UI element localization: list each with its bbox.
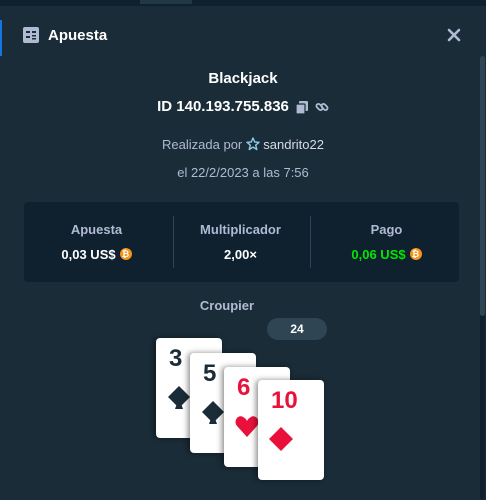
stat-payout-label: Pago xyxy=(370,222,403,237)
stat-bet-value: 0,03 US$ xyxy=(61,247,116,262)
stat-payout-value-row: 0,06 US$ xyxy=(314,247,459,262)
stat-divider xyxy=(173,216,174,268)
link-icon[interactable] xyxy=(315,100,329,114)
top-strip xyxy=(0,0,486,6)
vip-star-icon xyxy=(246,137,260,151)
spade-icon xyxy=(168,386,190,409)
modal-title: Apuesta xyxy=(48,27,108,44)
stat-bet-value-row: 0,03 US$ xyxy=(24,247,169,262)
stat-bet-label: Apuesta xyxy=(70,222,123,237)
bet-slip-icon xyxy=(23,27,39,43)
card-rank: 10 xyxy=(271,387,298,414)
game-title: Blackjack xyxy=(208,70,278,87)
card-rank: 3 xyxy=(169,345,183,372)
stat-divider xyxy=(310,216,311,268)
stat-payout-value: 0,06 US$ xyxy=(351,247,406,262)
scrollbar-thumb[interactable] xyxy=(480,56,485,316)
close-icon[interactable] xyxy=(444,25,464,45)
placed-by-label: Realizada por xyxy=(162,137,243,152)
bet-modal: Apuesta Blackjack ID 140.193.755.836 Rea… xyxy=(4,8,482,500)
bet-id-row: ID 140.193.755.836 xyxy=(4,98,482,115)
playing-card: 10 xyxy=(258,380,324,480)
dealer-label: Croupier xyxy=(199,298,255,313)
modal-header: Apuesta xyxy=(4,8,482,64)
top-strip-active-segment xyxy=(140,0,192,4)
card-rank: 5 xyxy=(203,360,217,387)
spade-icon xyxy=(202,401,224,424)
card-rank: 6 xyxy=(237,374,251,401)
modal-scrollbar[interactable] xyxy=(480,56,485,500)
bet-date: el 22/2/2023 a las 7:56 xyxy=(177,165,309,180)
dealer-score-badge: 24 xyxy=(267,318,327,340)
bitcoin-icon xyxy=(409,248,422,260)
username-link[interactable]: sandrito22 xyxy=(263,137,324,152)
bet-stats-panel: Apuesta 0,03 US$ Multiplicador 2,00× Pag… xyxy=(24,202,459,282)
copy-icon[interactable] xyxy=(295,100,309,114)
stat-bet: Apuesta 0,03 US$ xyxy=(24,202,169,282)
stat-multiplier: Multiplicador 2,00× xyxy=(177,202,304,282)
bet-id: ID 140.193.755.836 xyxy=(157,98,289,115)
left-accent-bar xyxy=(0,20,2,56)
bitcoin-icon xyxy=(119,248,132,260)
stat-payout: Pago 0,06 US$ xyxy=(314,202,459,282)
heart-icon xyxy=(235,416,259,437)
diamond-icon xyxy=(269,427,293,451)
placed-by-row: Realizada por sandrito22 xyxy=(4,137,482,152)
stat-multiplier-label: Multiplicador xyxy=(200,222,281,237)
stat-multiplier-value: 2,00× xyxy=(224,247,257,262)
